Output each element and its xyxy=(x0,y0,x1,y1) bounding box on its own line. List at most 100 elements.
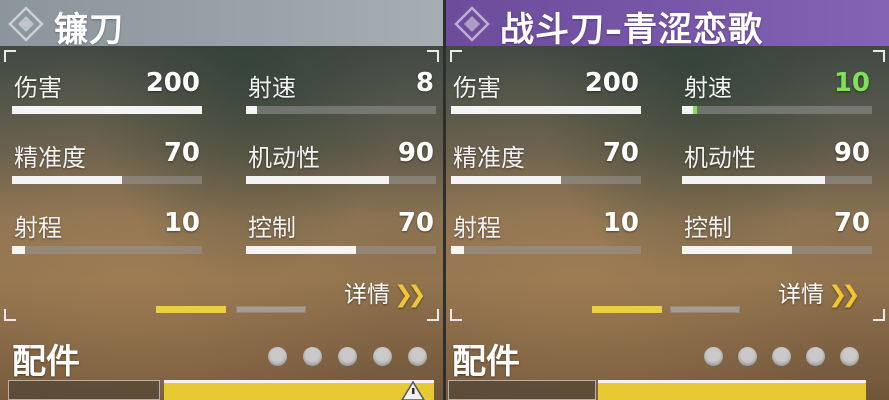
attachments-title: 配件 xyxy=(12,342,80,382)
stat-bar xyxy=(451,246,641,254)
attachment-slot[interactable] xyxy=(8,380,160,400)
stat-bar-fill xyxy=(12,246,26,254)
stat-bar xyxy=(682,106,872,114)
stat-bar-fill xyxy=(682,176,825,184)
stat-bar-fill xyxy=(451,176,562,184)
stat-value: 10 xyxy=(163,208,200,238)
stat-value: 200 xyxy=(584,68,639,98)
stat-bar-fill xyxy=(12,106,202,114)
attachment-slots xyxy=(448,380,884,400)
stat-bar-fill xyxy=(682,106,694,114)
details-link[interactable]: 详情 ❯❯ xyxy=(778,275,860,309)
attachment-dot[interactable] xyxy=(303,347,322,366)
stat-bar xyxy=(246,106,436,114)
stat-bar xyxy=(682,176,872,184)
stat-damage: 伤害 200 xyxy=(12,68,202,116)
page-indicator-active[interactable] xyxy=(592,306,662,313)
details-label: 详情 xyxy=(344,282,390,308)
weapon-type-diamond-icon xyxy=(8,6,44,42)
attachment-slots xyxy=(8,380,438,400)
frame-corner xyxy=(873,309,885,321)
attachment-slot-selected[interactable] xyxy=(164,380,434,400)
attachment-dot[interactable] xyxy=(704,347,723,366)
stat-range: 射程 10 xyxy=(451,208,641,256)
stat-mobility: 机动性 90 xyxy=(246,138,436,186)
stat-label: 射速 xyxy=(248,74,296,102)
stat-label: 控制 xyxy=(684,214,732,242)
details-label: 详情 xyxy=(778,282,824,308)
double-chevron-right-icon: ❯❯ xyxy=(394,282,426,308)
stat-label: 机动性 xyxy=(684,144,756,172)
stat-control: 控制 70 xyxy=(246,208,436,256)
stat-range: 射程 10 xyxy=(12,208,202,256)
stat-value: 90 xyxy=(833,138,870,168)
stat-bar-fill xyxy=(451,246,465,254)
stat-value: 90 xyxy=(397,138,434,168)
attachment-dot[interactable] xyxy=(373,347,392,366)
warning-icon xyxy=(401,380,425,400)
frame-corner xyxy=(450,309,462,321)
stat-label: 精准度 xyxy=(453,144,525,172)
stats-area: 伤害 200 射速 10 精准度 70 机动性 90 射程 10 控制 70 详… xyxy=(446,46,889,321)
page-indicator-inactive[interactable] xyxy=(236,306,306,313)
stat-value: 200 xyxy=(145,68,200,98)
stat-bar-increase xyxy=(693,106,698,114)
frame-corner xyxy=(4,309,16,321)
stat-label: 机动性 xyxy=(248,144,320,172)
attachment-slot-selected[interactable] xyxy=(598,380,866,400)
stats-area: 伤害 200 射速 8 精准度 70 机动性 90 射程 10 控制 70 详情… xyxy=(0,46,443,321)
frame-corner xyxy=(450,50,462,62)
weapon-header: 战斗刀–青涩恋歌 xyxy=(446,0,889,50)
weapon-title: 战斗刀–青涩恋歌 xyxy=(500,10,763,50)
stat-value: 70 xyxy=(602,138,639,168)
frame-corner xyxy=(4,50,16,62)
stat-bar-fill xyxy=(246,106,258,114)
attachment-dot[interactable] xyxy=(840,347,859,366)
double-chevron-right-icon: ❯❯ xyxy=(828,282,860,308)
stat-bar xyxy=(12,246,202,254)
weapon-type-diamond-icon xyxy=(454,6,490,42)
weapon-panel-right: 战斗刀–青涩恋歌 伤害 200 射速 10 精准度 70 机动性 90 射程 1… xyxy=(446,0,889,400)
stat-control: 控制 70 xyxy=(682,208,872,256)
stat-label: 射速 xyxy=(684,74,732,102)
stat-value: 8 xyxy=(415,68,434,98)
stat-value: 10 xyxy=(833,68,870,98)
stat-bar xyxy=(682,246,872,254)
stat-label: 伤害 xyxy=(453,74,501,102)
stat-bar-fill xyxy=(246,176,389,184)
stat-value: 70 xyxy=(833,208,870,238)
stat-value: 70 xyxy=(163,138,200,168)
attachment-dot[interactable] xyxy=(738,347,757,366)
stat-value: 10 xyxy=(602,208,639,238)
attachment-slot[interactable] xyxy=(448,380,596,400)
attachments-title: 配件 xyxy=(452,342,520,382)
stat-accuracy: 精准度 70 xyxy=(12,138,202,186)
stat-label: 射程 xyxy=(14,214,62,242)
stat-bar xyxy=(246,246,436,254)
weapon-title: 镰刀 xyxy=(54,10,124,50)
attachment-dot[interactable] xyxy=(772,347,791,366)
stat-label: 射程 xyxy=(453,214,501,242)
stat-fire-rate: 射速 10 xyxy=(682,68,872,116)
attachment-dot[interactable] xyxy=(338,347,357,366)
attachment-dot[interactable] xyxy=(268,347,287,366)
stat-damage: 伤害 200 xyxy=(451,68,641,116)
page-indicator-inactive[interactable] xyxy=(670,306,740,313)
details-link[interactable]: 详情 ❯❯ xyxy=(344,275,426,309)
page-indicator-active[interactable] xyxy=(156,306,226,313)
stat-bar xyxy=(12,106,202,114)
stat-fire-rate: 射速 8 xyxy=(246,68,436,116)
stat-label: 控制 xyxy=(248,214,296,242)
weapon-panel-left: 镰刀 伤害 200 射速 8 精准度 70 机动性 90 射程 10 控制 70… xyxy=(0,0,443,400)
frame-corner xyxy=(427,50,439,62)
weapon-header: 镰刀 xyxy=(0,0,443,50)
attachment-dot[interactable] xyxy=(806,347,825,366)
attachment-dot[interactable] xyxy=(408,347,427,366)
frame-corner xyxy=(427,309,439,321)
stat-value: 70 xyxy=(397,208,434,238)
stat-bar xyxy=(451,176,641,184)
stat-bar-fill xyxy=(246,246,357,254)
stat-label: 伤害 xyxy=(14,74,62,102)
frame-corner xyxy=(873,50,885,62)
stat-bar-fill xyxy=(682,246,793,254)
